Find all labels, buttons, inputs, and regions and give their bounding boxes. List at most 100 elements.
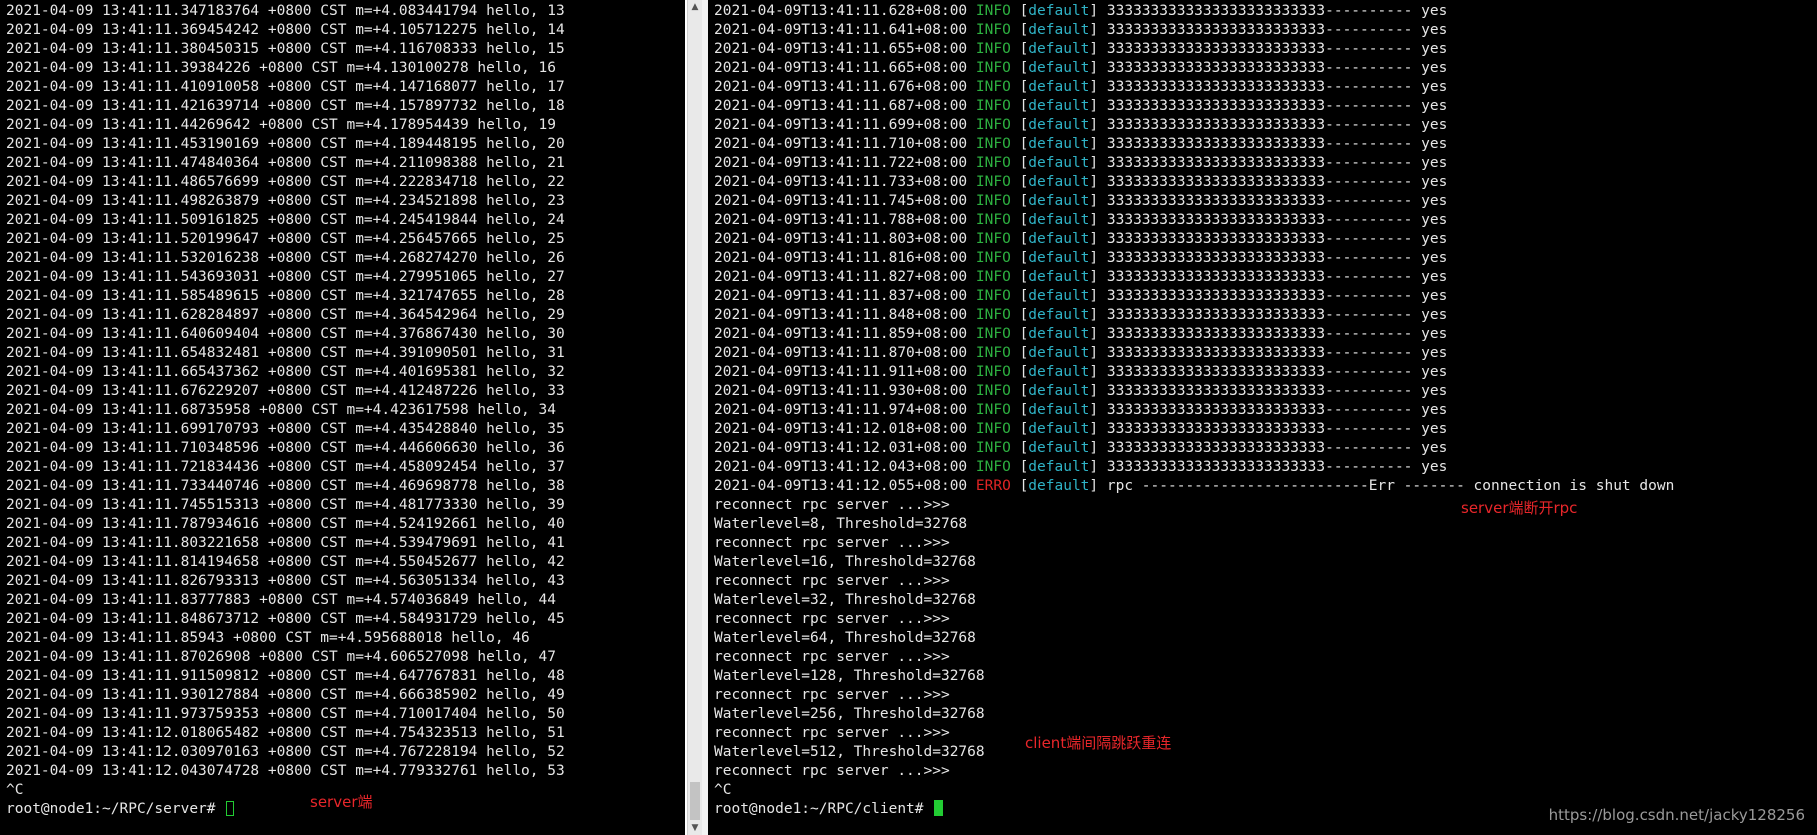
client-output-line: reconnect rpc server ...>>> bbox=[714, 649, 950, 665]
log-tag-name: default bbox=[1028, 136, 1090, 152]
log-tag-name: default bbox=[1028, 478, 1090, 494]
server-log-line: 2021-04-09 13:41:11.543693031 +0800 CST … bbox=[6, 269, 565, 285]
log-level: INFO bbox=[975, 402, 1011, 418]
server-log-line: 2021-04-09 13:41:11.532016238 +0800 CST … bbox=[6, 250, 565, 266]
client-log-line: 2021-04-09T13:41:11.745+08:00 INFO [defa… bbox=[714, 192, 1817, 211]
log-level: INFO bbox=[975, 326, 1011, 342]
server-terminal-scrollbar[interactable]: ▲ ▼ bbox=[687, 0, 702, 835]
client-log-line: 2021-04-09T13:41:12.043+08:00 INFO [defa… bbox=[714, 458, 1817, 477]
server-terminal-output: 2021-04-09 13:41:11.347183764 +0800 CST … bbox=[6, 2, 685, 819]
client-terminal-pane[interactable]: 2021-04-09T13:41:11.628+08:00 INFO [defa… bbox=[708, 0, 1817, 835]
scroll-down-arrow-icon[interactable]: ▼ bbox=[690, 822, 700, 834]
log-message: 3333333333333333333333333---------- yes bbox=[1106, 402, 1448, 418]
log-level: INFO bbox=[975, 193, 1011, 209]
log-level: ERRO bbox=[975, 478, 1011, 494]
log-tag: [default] bbox=[1019, 174, 1099, 190]
client-log-line: 2021-04-09T13:41:11.641+08:00 INFO [defa… bbox=[714, 21, 1817, 40]
log-tag-name: default bbox=[1028, 60, 1090, 76]
log-level: INFO bbox=[975, 22, 1011, 38]
log-tag: [default] bbox=[1019, 155, 1099, 171]
log-tag-name: default bbox=[1028, 250, 1090, 266]
server-log-line: 2021-04-09 13:41:11.486576699 +0800 CST … bbox=[6, 174, 565, 190]
client-log-line: 2021-04-09T13:41:11.788+08:00 INFO [defa… bbox=[714, 211, 1817, 230]
log-tag: [default] bbox=[1019, 421, 1099, 437]
log-tag-name: default bbox=[1028, 307, 1090, 323]
log-timestamp: 2021-04-09T13:41:11.733+08:00 bbox=[714, 174, 968, 190]
client-output-line: reconnect rpc server ...>>> bbox=[714, 497, 950, 513]
log-tag-name: default bbox=[1028, 345, 1090, 361]
scrollbar-thumb[interactable] bbox=[690, 782, 700, 820]
log-tag: [default] bbox=[1019, 212, 1099, 228]
log-timestamp: 2021-04-09T13:41:11.803+08:00 bbox=[714, 231, 968, 247]
log-tag: [default] bbox=[1019, 440, 1099, 456]
scroll-up-arrow-icon[interactable]: ▲ bbox=[690, 1, 700, 13]
server-log-line: 2021-04-09 13:41:11.44269642 +0800 CST m… bbox=[6, 117, 556, 133]
client-output-line: Waterlevel=64, Threshold=32768 bbox=[714, 630, 976, 646]
server-log-line: 2021-04-09 13:41:11.745515313 +0800 CST … bbox=[6, 497, 565, 513]
log-message: 3333333333333333333333333---------- yes bbox=[1106, 326, 1448, 342]
log-timestamp: 2021-04-09T13:41:11.788+08:00 bbox=[714, 212, 968, 228]
log-tag-name: default bbox=[1028, 326, 1090, 342]
server-log-line: 2021-04-09 13:41:11.410910058 +0800 CST … bbox=[6, 79, 565, 95]
log-tag: [default] bbox=[1019, 383, 1099, 399]
client-log-line: 2021-04-09T13:41:11.699+08:00 INFO [defa… bbox=[714, 116, 1817, 135]
log-timestamp: 2021-04-09T13:41:11.655+08:00 bbox=[714, 41, 968, 57]
server-log-line: 2021-04-09 13:41:11.710348596 +0800 CST … bbox=[6, 440, 565, 456]
client-log-line: 2021-04-09T13:41:12.055+08:00 ERRO [defa… bbox=[714, 477, 1817, 496]
log-message: 3333333333333333333333333---------- yes bbox=[1106, 3, 1448, 19]
log-timestamp: 2021-04-09T13:41:11.722+08:00 bbox=[714, 155, 968, 171]
log-message: 3333333333333333333333333---------- yes bbox=[1106, 231, 1448, 247]
log-message: 3333333333333333333333333---------- yes bbox=[1106, 421, 1448, 437]
log-timestamp: 2021-04-09T13:41:12.055+08:00 bbox=[714, 478, 968, 494]
client-log-line: 2021-04-09T13:41:11.733+08:00 INFO [defa… bbox=[714, 173, 1817, 192]
log-message: 3333333333333333333333333---------- yes bbox=[1106, 440, 1448, 456]
log-timestamp: 2021-04-09T13:41:11.974+08:00 bbox=[714, 402, 968, 418]
log-tag-name: default bbox=[1028, 421, 1090, 437]
client-log-line: 2021-04-09T13:41:11.859+08:00 INFO [defa… bbox=[714, 325, 1817, 344]
client-prompt: root@node1:~/RPC/client# bbox=[714, 801, 933, 817]
log-timestamp: 2021-04-09T13:41:11.628+08:00 bbox=[714, 3, 968, 19]
client-output-line: reconnect rpc server ...>>> bbox=[714, 725, 950, 741]
log-tag: [default] bbox=[1019, 459, 1099, 475]
client-log-line: 2021-04-09T13:41:11.655+08:00 INFO [defa… bbox=[714, 40, 1817, 59]
server-log-line: 2021-04-09 13:41:11.68735958 +0800 CST m… bbox=[6, 402, 556, 418]
log-level: INFO bbox=[975, 288, 1011, 304]
log-tag: [default] bbox=[1019, 231, 1099, 247]
server-log-line: 2021-04-09 13:41:11.509161825 +0800 CST … bbox=[6, 212, 565, 228]
log-tag-name: default bbox=[1028, 98, 1090, 114]
client-log-line: 2021-04-09T13:41:11.827+08:00 INFO [defa… bbox=[714, 268, 1817, 287]
client-log-line: 2021-04-09T13:41:11.665+08:00 INFO [defa… bbox=[714, 59, 1817, 78]
client-output-line: Waterlevel=16, Threshold=32768 bbox=[714, 554, 976, 570]
client-log-line: 2021-04-09T13:41:11.911+08:00 INFO [defa… bbox=[714, 363, 1817, 382]
log-message: 3333333333333333333333333---------- yes bbox=[1106, 136, 1448, 152]
log-tag-name: default bbox=[1028, 193, 1090, 209]
log-timestamp: 2021-04-09T13:41:11.665+08:00 bbox=[714, 60, 968, 76]
client-log-line: 2021-04-09T13:41:11.930+08:00 INFO [defa… bbox=[714, 382, 1817, 401]
server-log-line: 2021-04-09 13:41:11.787934616 +0800 CST … bbox=[6, 516, 565, 532]
client-log-line: 2021-04-09T13:41:11.848+08:00 INFO [defa… bbox=[714, 306, 1817, 325]
server-log-line: 2021-04-09 13:41:11.973759353 +0800 CST … bbox=[6, 706, 565, 722]
log-tag-name: default bbox=[1028, 155, 1090, 171]
log-message: rpc --------------------------Err ------… bbox=[1106, 478, 1675, 494]
log-tag-name: default bbox=[1028, 41, 1090, 57]
log-level: INFO bbox=[975, 98, 1011, 114]
client-log-line: 2021-04-09T13:41:11.628+08:00 INFO [defa… bbox=[714, 2, 1817, 21]
log-level: INFO bbox=[975, 269, 1011, 285]
client-output-line: reconnect rpc server ...>>> bbox=[714, 763, 950, 779]
log-tag: [default] bbox=[1019, 250, 1099, 266]
log-tag-name: default bbox=[1028, 440, 1090, 456]
log-tag: [default] bbox=[1019, 41, 1099, 57]
log-timestamp: 2021-04-09T13:41:11.827+08:00 bbox=[714, 269, 968, 285]
server-terminal-pane[interactable]: 2021-04-09 13:41:11.347183764 +0800 CST … bbox=[0, 0, 685, 835]
server-log-line: 2021-04-09 13:41:11.347183764 +0800 CST … bbox=[6, 3, 565, 19]
server-log-line: 2021-04-09 13:41:11.676229207 +0800 CST … bbox=[6, 383, 565, 399]
log-message: 3333333333333333333333333---------- yes bbox=[1106, 364, 1448, 380]
client-output-line: ^C bbox=[714, 782, 732, 798]
log-tag: [default] bbox=[1019, 307, 1099, 323]
server-log-line: 2021-04-09 13:41:12.030970163 +0800 CST … bbox=[6, 744, 565, 760]
server-log-line: 2021-04-09 13:41:11.628284897 +0800 CST … bbox=[6, 307, 565, 323]
server-log-line: 2021-04-09 13:41:11.654832481 +0800 CST … bbox=[6, 345, 565, 361]
log-tag: [default] bbox=[1019, 288, 1099, 304]
log-message: 3333333333333333333333333---------- yes bbox=[1106, 41, 1448, 57]
client-output-line: reconnect rpc server ...>>> bbox=[714, 573, 950, 589]
